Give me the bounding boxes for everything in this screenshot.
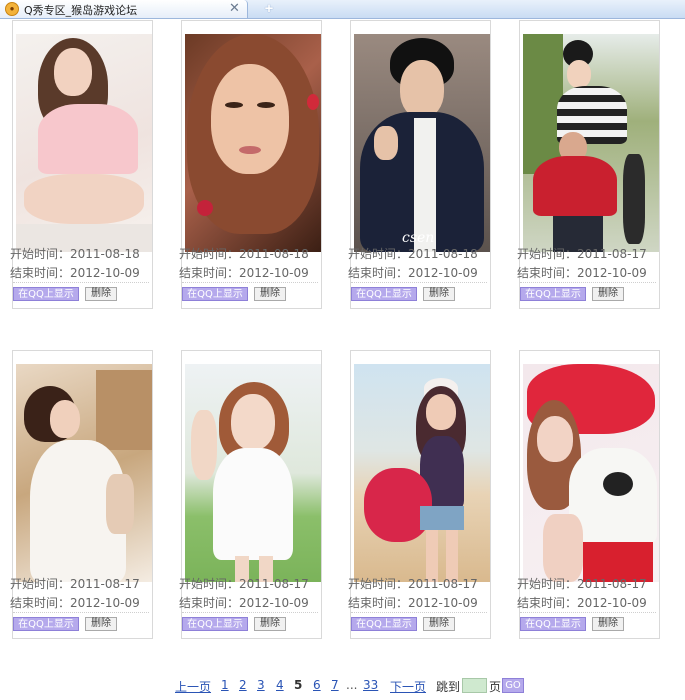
start-time: 开始时间：2011-08-17 [517, 577, 647, 591]
jump-page-input[interactable] [462, 678, 487, 693]
page-link-2[interactable]: 2 [239, 678, 247, 692]
show-on-qq-button[interactable]: 在QQ上显示 [182, 287, 248, 301]
end-time: 结束时间：2012-10-09 [179, 596, 309, 610]
page-link-1[interactable]: 1 [221, 678, 229, 692]
divider [351, 612, 487, 613]
tab-close-icon[interactable]: ✕ [229, 0, 240, 16]
end-time: 结束时间：2012-10-09 [179, 266, 309, 280]
new-tab-button[interactable]: + [258, 0, 280, 17]
card-photo[interactable] [354, 364, 490, 582]
show-on-qq-button[interactable]: 在QQ上显示 [182, 617, 248, 631]
page-link-4[interactable]: 4 [276, 678, 284, 692]
end-time: 结束时间：2012-10-09 [348, 266, 478, 280]
divider [182, 282, 318, 283]
page-unit-label: 页 [489, 680, 502, 694]
start-time: 开始时间：2011-08-17 [517, 247, 647, 261]
page-link-6[interactable]: 6 [313, 678, 321, 692]
browser-tab[interactable]: ● Q秀专区_猴岛游戏论坛 ✕ [0, 0, 248, 18]
divider [13, 282, 149, 283]
delete-button[interactable]: 删除 [254, 617, 286, 631]
prev-page-link[interactable]: 上一页 [175, 678, 211, 695]
page-current-5: 5 [294, 678, 303, 692]
pagination: 上一页 1 2 3 4 5 6 7 ... 33 下一页 跳到 页 GO [0, 678, 685, 694]
start-time: 开始时间：2011-08-18 [179, 247, 309, 261]
start-time: 开始时间：2011-08-17 [179, 577, 309, 591]
card-photo[interactable] [16, 34, 152, 252]
show-on-qq-button[interactable]: 在QQ上显示 [13, 287, 79, 301]
show-on-qq-button[interactable]: 在QQ上显示 [13, 617, 79, 631]
watermark-text: csen [402, 230, 435, 246]
start-time: 开始时间：2011-08-17 [348, 577, 478, 591]
tab-title: Q秀专区_猴岛游戏论坛 [24, 4, 138, 17]
divider [13, 612, 149, 613]
start-time: 开始时间：2011-08-18 [348, 247, 478, 261]
delete-button[interactable]: 删除 [423, 617, 455, 631]
show-on-qq-button[interactable]: 在QQ上显示 [520, 617, 586, 631]
qshow-card: 开始时间：2011-08-17 结束时间：2012-10-09 在QQ上显示 删… [517, 20, 660, 309]
qshow-card: 开始时间：2011-08-18 结束时间：2012-10-09 在QQ上显示 删… [179, 20, 322, 309]
qshow-card: 开始时间：2011-08-17 结束时间：2012-10-09 在QQ上显示 删… [179, 350, 322, 639]
delete-button[interactable]: 删除 [592, 287, 624, 301]
qshow-card: 开始时间：2011-08-17 结束时间：2012-10-09 在QQ上显示 删… [10, 350, 153, 639]
qshow-card: csen 开始时间：2011-08-18 结束时间：2012-10-09 在QQ… [348, 20, 491, 309]
delete-button[interactable]: 删除 [85, 617, 117, 631]
start-time: 开始时间：2011-08-18 [10, 247, 140, 261]
end-time: 结束时间：2012-10-09 [348, 596, 478, 610]
qshow-card: 开始时间：2011-08-18 结束时间：2012-10-09 在QQ上显示 删… [10, 20, 153, 309]
divider [351, 282, 487, 283]
delete-button[interactable]: 删除 [85, 287, 117, 301]
card-photo[interactable] [16, 364, 152, 582]
end-time: 结束时间：2012-10-09 [517, 266, 647, 280]
show-on-qq-button[interactable]: 在QQ上显示 [520, 287, 586, 301]
show-on-qq-button[interactable]: 在QQ上显示 [351, 617, 417, 631]
delete-button[interactable]: 删除 [592, 617, 624, 631]
monkey-favicon-icon: ● [5, 2, 19, 16]
divider [182, 612, 318, 613]
end-time: 结束时间：2012-10-09 [517, 596, 647, 610]
page-link-7[interactable]: 7 [331, 678, 339, 692]
qshow-card: 开始时间：2011-08-17 结束时间：2012-10-09 在QQ上显示 删… [348, 350, 491, 639]
start-time: 开始时间：2011-08-17 [10, 577, 140, 591]
delete-button[interactable]: 删除 [254, 287, 286, 301]
delete-button[interactable]: 删除 [423, 287, 455, 301]
page-link-last[interactable]: 33 [363, 678, 378, 692]
show-on-qq-button[interactable]: 在QQ上显示 [351, 287, 417, 301]
card-photo[interactable]: csen [354, 34, 490, 252]
jump-label: 跳到 [436, 680, 461, 694]
card-photo[interactable] [185, 34, 321, 252]
end-time: 结束时间：2012-10-09 [10, 266, 140, 280]
card-photo[interactable] [185, 364, 321, 582]
page-link-3[interactable]: 3 [257, 678, 265, 692]
next-page-link[interactable]: 下一页 [390, 678, 426, 695]
browser-tab-bar: ● Q秀专区_猴岛游戏论坛 ✕ + [0, 0, 685, 19]
end-time: 结束时间：2012-10-09 [10, 596, 140, 610]
page-ellipsis: ... [346, 678, 358, 692]
divider [520, 612, 656, 613]
go-button[interactable]: GO [502, 678, 524, 693]
card-photo[interactable] [523, 364, 659, 582]
card-photo[interactable] [523, 34, 659, 252]
divider [520, 282, 656, 283]
qshow-card: 开始时间：2011-08-17 结束时间：2012-10-09 在QQ上显示 删… [517, 350, 660, 639]
